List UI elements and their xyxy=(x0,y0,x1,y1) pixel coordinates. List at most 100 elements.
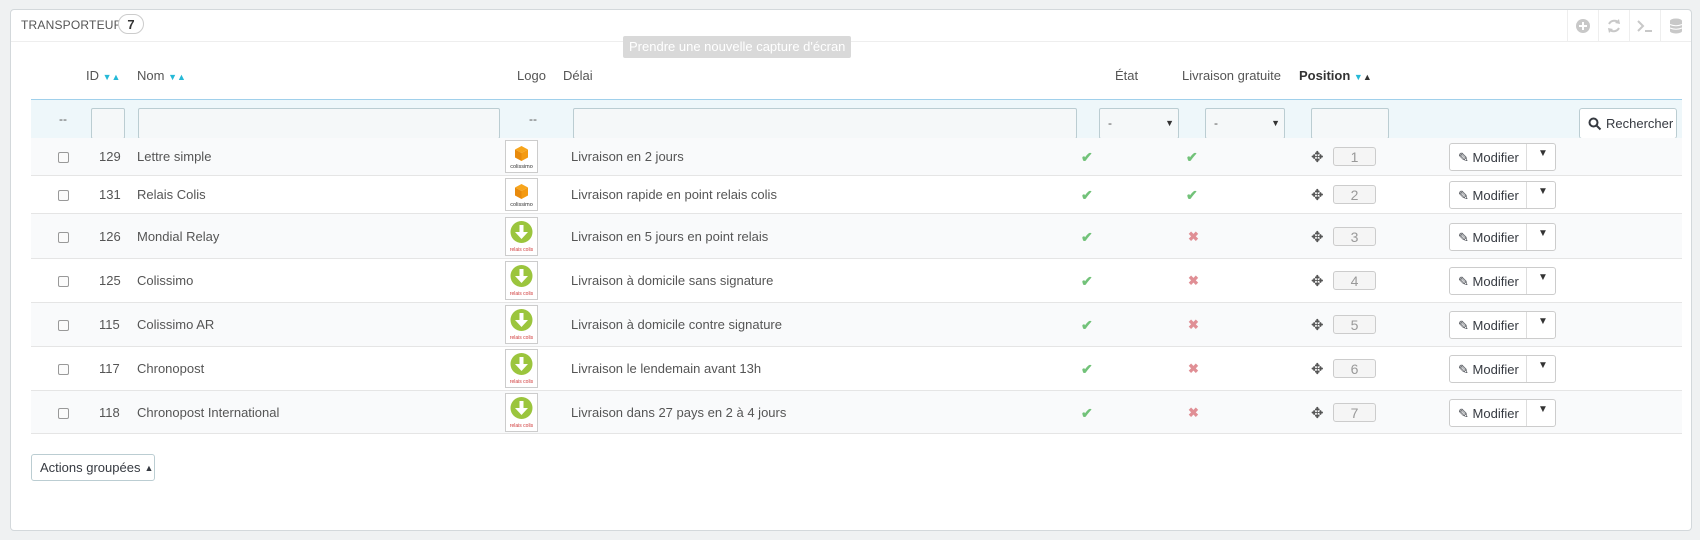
svg-text:relais colis: relais colis xyxy=(510,379,534,385)
dropdown-caret-icon[interactable]: ▼ xyxy=(1538,360,1548,371)
edit-button[interactable]: ✎ Modifier ▼ xyxy=(1449,181,1556,209)
position-value: 4 xyxy=(1333,271,1376,290)
row-checkbox[interactable] xyxy=(58,152,69,163)
carrier-count-badge: 7 xyxy=(118,14,144,34)
row-checkbox[interactable] xyxy=(58,232,69,243)
add-icon[interactable] xyxy=(1567,10,1598,41)
carrier-logo: relais colis xyxy=(505,261,538,300)
header-status: État xyxy=(1115,68,1139,83)
pencil-icon: ✎ xyxy=(1458,150,1469,165)
table-row[interactable]: 126 Mondial Relay relais colis Livraison… xyxy=(31,214,1682,259)
sort-desc-icon[interactable]: ▼ xyxy=(168,72,177,82)
header-delay: Délai xyxy=(563,68,593,83)
row-checkbox[interactable] xyxy=(58,320,69,331)
carrier-delay: Livraison en 2 jours xyxy=(571,149,684,164)
bulk-actions-button[interactable]: Actions groupées ▲ xyxy=(31,454,155,481)
table-row[interactable]: 129 Lettre simple colissimo Livraison en… xyxy=(31,138,1682,176)
drag-move-icon[interactable]: ✥ xyxy=(1311,186,1324,204)
sort-asc-icon[interactable]: ▲ xyxy=(177,72,186,82)
status-enabled-check-icon[interactable]: ✔ xyxy=(1081,149,1093,166)
edit-button[interactable]: ✎ Modifier ▼ xyxy=(1449,143,1556,171)
free-shipping-check-icon[interactable]: ✔ xyxy=(1186,149,1198,166)
carrier-delay: Livraison à domicile contre signature xyxy=(571,317,782,332)
table-row[interactable]: 117 Chronopost relais colis Livraison le… xyxy=(31,347,1682,391)
edit-button[interactable]: ✎ Modifier ▼ xyxy=(1449,267,1556,295)
carrier-name: Chronopost xyxy=(137,361,205,376)
filter-delay-input[interactable] xyxy=(573,108,1077,139)
edit-button[interactable]: ✎ Modifier ▼ xyxy=(1449,355,1556,383)
drag-move-icon[interactable]: ✥ xyxy=(1311,316,1324,334)
sort-desc-icon[interactable]: ▼ xyxy=(1354,72,1363,82)
dropdown-caret-icon[interactable]: ▼ xyxy=(1538,228,1548,239)
table-row[interactable]: 125 Colissimo relais colis Livraison à d… xyxy=(31,259,1682,303)
search-icon xyxy=(1588,117,1602,130)
header-id[interactable]: ID ▼▲ xyxy=(86,68,120,83)
free-shipping-cross-icon[interactable]: ✖ xyxy=(1188,273,1199,289)
search-button[interactable]: Rechercher xyxy=(1579,108,1677,139)
free-shipping-cross-icon[interactable]: ✖ xyxy=(1188,229,1199,245)
row-checkbox[interactable] xyxy=(58,276,69,287)
status-enabled-check-icon[interactable]: ✔ xyxy=(1081,229,1093,246)
filter-position-input[interactable] xyxy=(1311,108,1389,139)
drag-move-icon[interactable]: ✥ xyxy=(1311,228,1324,246)
position-value: 2 xyxy=(1333,185,1376,204)
status-enabled-check-icon[interactable]: ✔ xyxy=(1081,361,1093,378)
drag-move-icon[interactable]: ✥ xyxy=(1311,272,1324,290)
edit-button[interactable]: ✎ Modifier ▼ xyxy=(1449,223,1556,251)
position-value: 1 xyxy=(1333,147,1376,166)
position-value: 3 xyxy=(1333,227,1376,246)
free-shipping-check-icon[interactable]: ✔ xyxy=(1186,187,1198,204)
edit-button[interactable]: ✎ Modifier ▼ xyxy=(1449,311,1556,339)
table-row[interactable]: 131 Relais Colis colissimo Livraison rap… xyxy=(31,176,1682,214)
carrier-delay: Livraison dans 27 pays en 2 à 4 jours xyxy=(571,405,787,420)
refresh-icon[interactable] xyxy=(1598,10,1629,41)
pencil-icon: ✎ xyxy=(1458,274,1469,289)
carrier-delay: Livraison le lendemain avant 13h xyxy=(571,361,762,376)
table-row[interactable]: 115 Colissimo AR relais colis Livraison … xyxy=(31,303,1682,347)
header-name[interactable]: Nom ▼▲ xyxy=(137,68,186,83)
drag-move-icon[interactable]: ✥ xyxy=(1311,360,1324,378)
dropdown-caret-icon[interactable]: ▼ xyxy=(1538,272,1548,283)
position-value: 7 xyxy=(1333,403,1376,422)
select-caret-icon: ▼ xyxy=(1165,118,1174,128)
terminal-icon[interactable] xyxy=(1629,10,1660,41)
status-enabled-check-icon[interactable]: ✔ xyxy=(1081,273,1093,290)
carrier-id: 118 xyxy=(99,405,120,420)
free-shipping-cross-icon[interactable]: ✖ xyxy=(1188,361,1199,377)
dropdown-caret-icon[interactable]: ▼ xyxy=(1538,186,1548,197)
status-enabled-check-icon[interactable]: ✔ xyxy=(1081,187,1093,204)
carrier-logo: colissimo xyxy=(505,178,538,211)
dropdown-caret-icon[interactable]: ▼ xyxy=(1538,148,1548,159)
edit-button[interactable]: ✎ Modifier ▼ xyxy=(1449,399,1556,427)
sort-asc-icon[interactable]: ▲ xyxy=(112,72,121,82)
header-position[interactable]: Position ▼▲ xyxy=(1299,68,1372,83)
drag-move-icon[interactable]: ✥ xyxy=(1311,404,1324,422)
pencil-icon: ✎ xyxy=(1458,406,1469,421)
filter-name-input[interactable] xyxy=(138,108,500,139)
filter-free-select[interactable]: - ▼ xyxy=(1205,108,1285,139)
free-shipping-cross-icon[interactable]: ✖ xyxy=(1188,317,1199,333)
sort-asc-icon[interactable]: ▲ xyxy=(1363,72,1372,82)
database-icon[interactable] xyxy=(1660,10,1691,41)
row-checkbox[interactable] xyxy=(58,190,69,201)
row-checkbox[interactable] xyxy=(58,364,69,375)
dropdown-caret-icon[interactable]: ▼ xyxy=(1538,316,1548,327)
carrier-logo: relais colis xyxy=(505,217,538,256)
status-enabled-check-icon[interactable]: ✔ xyxy=(1081,317,1093,334)
table-row[interactable]: 118 Chronopost International relais coli… xyxy=(31,391,1682,434)
carrier-delay: Livraison en 5 jours en point relais xyxy=(571,229,769,244)
filter-id-input[interactable] xyxy=(91,108,125,139)
carrier-logo: relais colis xyxy=(505,393,538,432)
carrier-name: Chronopost International xyxy=(137,405,280,420)
drag-move-icon[interactable]: ✥ xyxy=(1311,148,1324,166)
filter-status-select[interactable]: - ▼ xyxy=(1099,108,1179,139)
sort-desc-icon[interactable]: ▼ xyxy=(103,72,112,82)
row-checkbox[interactable] xyxy=(58,408,69,419)
free-shipping-cross-icon[interactable]: ✖ xyxy=(1188,405,1199,421)
pencil-icon: ✎ xyxy=(1458,318,1469,333)
svg-text:relais colis: relais colis xyxy=(510,247,534,253)
carrier-name: Lettre simple xyxy=(137,149,212,164)
status-enabled-check-icon[interactable]: ✔ xyxy=(1081,405,1093,422)
dropdown-caret-icon[interactable]: ▼ xyxy=(1538,404,1548,415)
carrier-logo: relais colis xyxy=(505,305,538,344)
